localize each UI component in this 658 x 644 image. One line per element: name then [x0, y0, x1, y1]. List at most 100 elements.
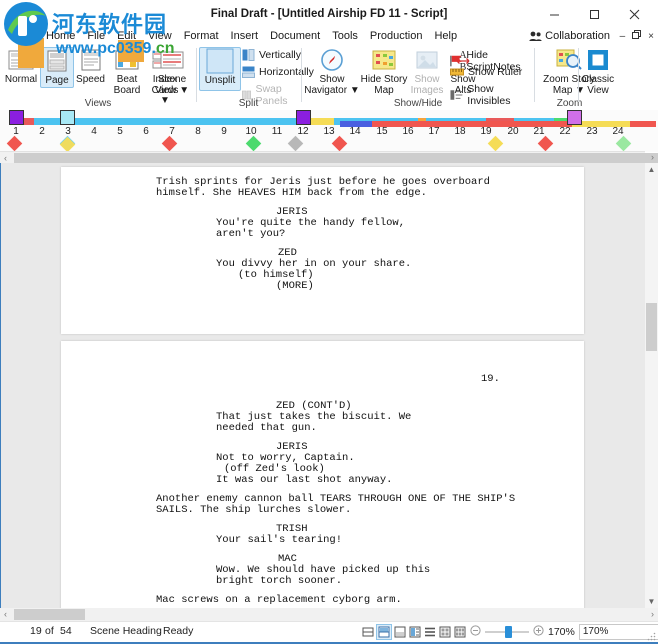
story-map-scroll-right-arrow-icon[interactable]: ›: [651, 151, 654, 163]
night-mode-icon[interactable]: [346, 625, 360, 639]
scroll-left-arrow-icon[interactable]: ‹: [4, 608, 7, 620]
script-more-marker: (MORE): [276, 280, 314, 292]
show-ruler-item[interactable]: Show Ruler: [450, 66, 522, 78]
menu-item-help[interactable]: Help: [428, 28, 463, 44]
scene-marker-diamond[interactable]: [6, 135, 23, 152]
list-layout-icon[interactable]: [423, 625, 437, 639]
hide-story-map-button[interactable]: Hide Story Map: [360, 47, 408, 96]
zoom-slider-thumb[interactable]: [505, 626, 512, 638]
document-restore-button[interactable]: [632, 30, 642, 42]
scroll-right-arrow-icon[interactable]: ›: [651, 608, 654, 620]
ribbon-group-zoom-label: Zoom: [556, 98, 583, 109]
panel-layout-icon[interactable]: [408, 625, 422, 639]
story-beat-marker-magenta[interactable]: [567, 110, 582, 125]
zoom-out-icon[interactable]: [470, 625, 481, 639]
menu-item-format[interactable]: Format: [178, 28, 225, 44]
scene-marker-diamond[interactable]: [331, 135, 348, 152]
zoom-select-value: 170%: [582, 626, 609, 637]
scene-marker-diamond[interactable]: [537, 135, 554, 152]
story-tick-6: 6: [143, 126, 149, 137]
show-images-button: Show Images: [408, 47, 446, 96]
story-tick-19: 19: [480, 126, 492, 137]
unsplit-icon: [205, 48, 235, 74]
classic-view-button[interactable]: Classic View: [580, 47, 616, 96]
document-close-button[interactable]: ×: [648, 31, 654, 42]
menu-item-document[interactable]: Document: [264, 28, 326, 44]
story-tick-11: 11: [271, 126, 283, 137]
split-button-unsplit[interactable]: Unsplit: [199, 47, 241, 91]
document-window-controls: – ×: [620, 28, 654, 44]
grid-4-icon[interactable]: [438, 625, 452, 639]
ribbon-group-show-hide-label: Show/Hide: [393, 98, 443, 109]
resize-grip-icon[interactable]: [647, 632, 656, 641]
continuous-page-icon[interactable]: [376, 624, 392, 640]
document-vscrollbar[interactable]: ▲ ▼: [645, 163, 658, 608]
story-tick-18: 18: [454, 126, 466, 137]
grid-6-icon[interactable]: [453, 625, 467, 639]
story-beat-marker-cyan[interactable]: [60, 110, 75, 125]
story-beat-marker-purple-2[interactable]: [296, 110, 311, 125]
script-document-area[interactable]: Trish sprints for Jeris just before he g…: [0, 163, 658, 608]
scene-marker-diamond[interactable]: [59, 136, 76, 153]
script-action-line: SAILS. The ship lurches slower.: [156, 504, 352, 516]
watermark-logo-icon: [4, 2, 48, 46]
status-element-type: Scene Heading: [90, 625, 162, 637]
menu-item-tools[interactable]: Tools: [326, 28, 364, 44]
story-map-scroll-thumb[interactable]: [14, 153, 658, 163]
menu-item-production[interactable]: Production: [364, 28, 429, 44]
split-vertically-item[interactable]: Vertically: [242, 49, 301, 61]
scene-marker-diamond[interactable]: [487, 135, 504, 152]
script-action-line: Mac screws on a replacement cyborg arm.: [156, 594, 402, 606]
final-draft-window: Final Draft - [Untitled Airship FD 11 - …: [0, 0, 658, 644]
ribbon-group-views-label: Views: [84, 98, 112, 109]
status-page-total: 54: [60, 625, 72, 637]
split-vertically-label: Vertically: [259, 49, 302, 61]
zoom-slider[interactable]: [485, 626, 529, 638]
scene-marker-diamond[interactable]: [287, 135, 304, 152]
script-page-current[interactable]: 19. ZED (CONT'D) That just takes the bis…: [61, 341, 584, 608]
split-vertically-icon: [242, 49, 255, 61]
menu-item-insert[interactable]: Insert: [225, 28, 265, 44]
zoom-controls: 170% 170% ▼: [470, 624, 658, 640]
scene-marker-diamond[interactable]: [245, 135, 262, 152]
ribbon-separator-4: [578, 48, 579, 102]
story-segment[interactable]: [630, 121, 656, 127]
status-state: Ready: [163, 625, 194, 637]
document-hscrollbar[interactable]: ‹ ›: [0, 608, 658, 621]
view-button-page-label: Page: [45, 75, 69, 86]
document-vscroll-thumb[interactable]: [646, 303, 657, 351]
story-map-strip[interactable]: 1 2 3 4 5 6 7 8 9 10 11 12 13 14 15 16 1…: [0, 110, 658, 153]
show-navigator-button[interactable]: Show Navigator ▼: [304, 47, 360, 96]
classic-view-label: Classic View: [581, 74, 615, 96]
document-hscroll-thumb[interactable]: [14, 609, 85, 620]
scene-marker-diamond[interactable]: [615, 135, 632, 152]
minimize-button[interactable]: [534, 1, 574, 27]
script-page-previous[interactable]: Trish sprints for Jeris just before he g…: [61, 167, 584, 334]
chevron-down-icon[interactable]: ▼: [350, 85, 360, 96]
page-split-icon[interactable]: [393, 625, 407, 639]
story-beat-marker-purple-1[interactable]: [9, 110, 24, 125]
story-tick-16: 16: [402, 126, 414, 137]
scene-marker-diamond[interactable]: [161, 135, 178, 152]
scroll-down-arrow-icon[interactable]: ▼: [645, 595, 658, 608]
collaboration-button[interactable]: Collaboration: [529, 28, 610, 44]
watermark-url-main: www.pc0359.: [56, 40, 156, 57]
split-horizontally-icon: [242, 66, 255, 78]
view-mode-buttons: [346, 624, 467, 640]
split-button-unsplit-label: Unsplit: [204, 75, 236, 86]
scroll-up-arrow-icon[interactable]: ▲: [645, 163, 658, 176]
story-tick-12: 12: [297, 126, 309, 137]
story-tick-23: 23: [586, 126, 598, 137]
ruler-icon: [450, 68, 464, 76]
document-minimize-button[interactable]: –: [620, 31, 626, 42]
classic-view-icon: [586, 47, 610, 73]
single-page-icon[interactable]: [361, 625, 375, 639]
script-dialogue-line: bright torch sooner.: [216, 575, 343, 587]
zoom-in-icon[interactable]: [533, 625, 544, 639]
script-dialogue-line: needed that gun.: [216, 422, 317, 434]
chevron-down-icon[interactable]: ▼: [179, 85, 189, 96]
story-tick-4: 4: [91, 126, 97, 137]
maximize-button[interactable]: [574, 1, 614, 27]
story-tick-13: 13: [323, 126, 335, 137]
close-button[interactable]: [614, 1, 654, 27]
